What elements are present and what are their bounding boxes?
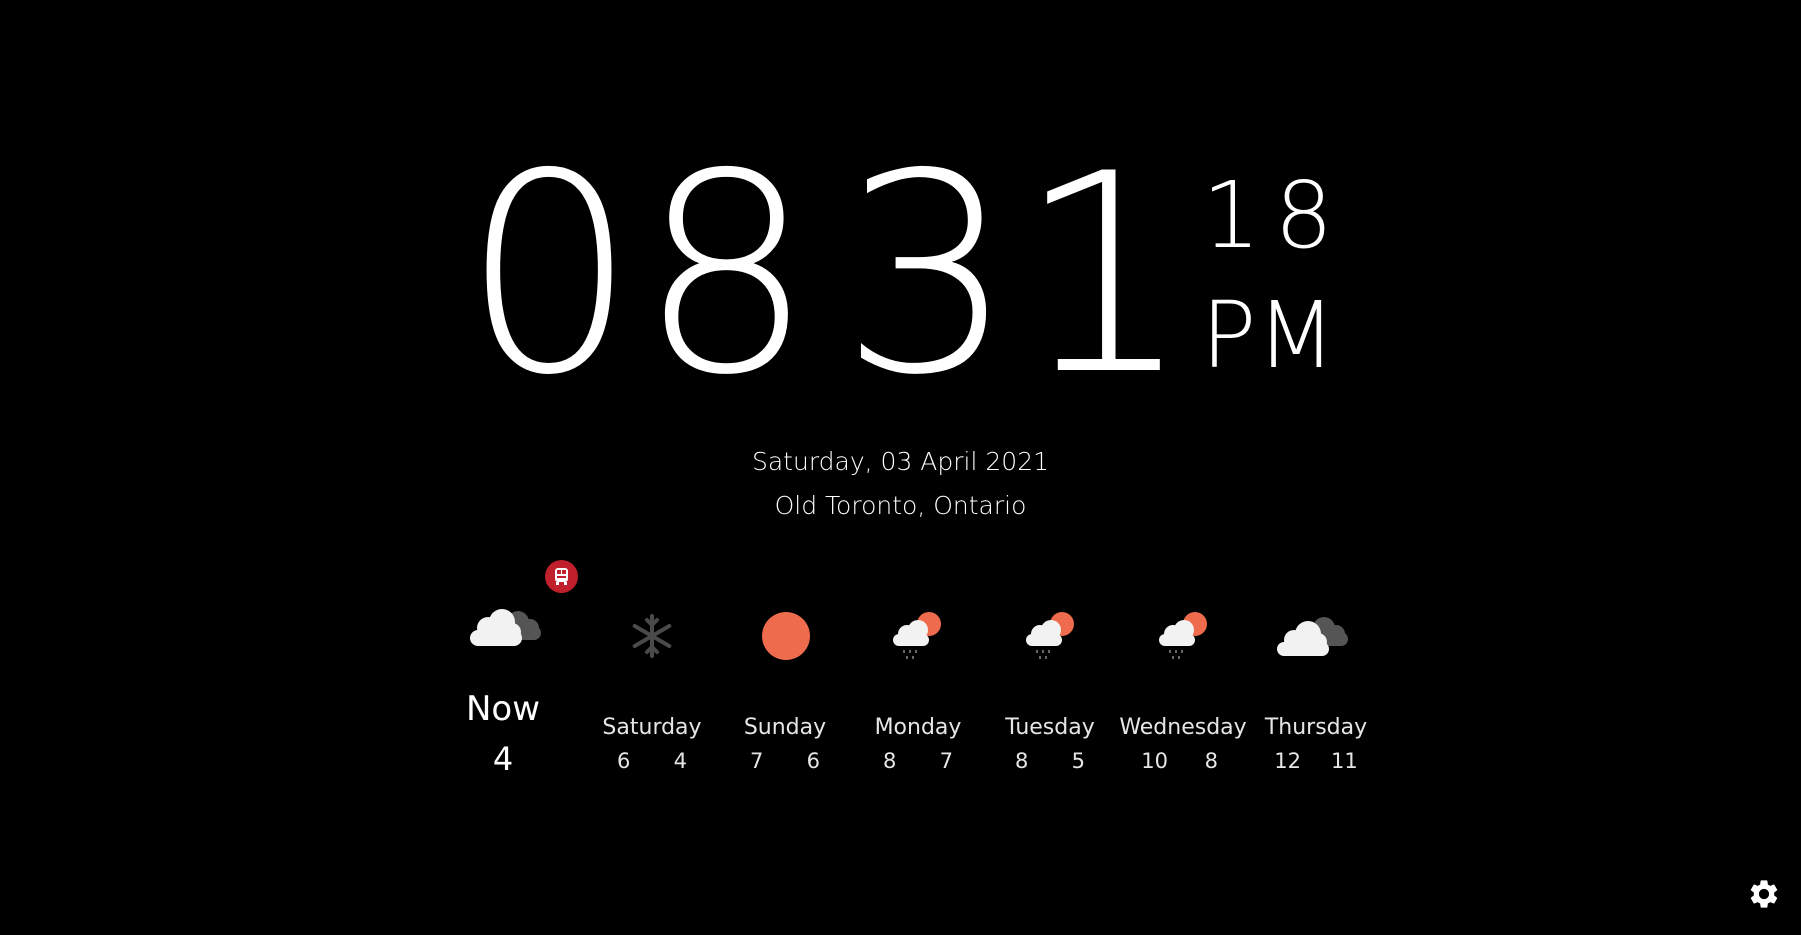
temp-high: 6	[616, 749, 631, 773]
cloudy-icon	[470, 609, 541, 646]
temp-high: 8	[882, 749, 897, 773]
cloudy-icon	[1277, 617, 1348, 656]
sun-cloud-rain-icon	[1159, 612, 1207, 659]
temp-low: 6	[806, 749, 821, 773]
temp-low: 4	[673, 749, 688, 773]
temp-high: 8	[1014, 749, 1029, 773]
forecast-day-thursday: Thursday	[1264, 715, 1368, 740]
sun-icon	[762, 612, 810, 660]
snow-icon	[632, 614, 672, 658]
temp-low: 5	[1071, 749, 1086, 773]
temp-low: 11	[1330, 749, 1358, 773]
temp-low: 7	[939, 749, 954, 773]
now-temp: 4	[492, 740, 514, 778]
temp-high: 10	[1141, 749, 1169, 773]
temp-high: 7	[749, 749, 764, 773]
gear-icon[interactable]	[1747, 877, 1781, 911]
forecast-temps-thursday: 12 11	[1236, 749, 1396, 773]
sun-cloud-rain-icon	[893, 612, 941, 659]
now-label: Now	[465, 689, 541, 729]
train-alert-icon[interactable]	[545, 560, 578, 593]
temp-low: 8	[1204, 749, 1219, 773]
sun-cloud-rain-icon	[1026, 612, 1074, 659]
weather-forecast: Now 4 Saturday 6 4 Sunday 7 6 Monday 8 7	[0, 0, 1801, 935]
temp-high: 12	[1274, 749, 1302, 773]
